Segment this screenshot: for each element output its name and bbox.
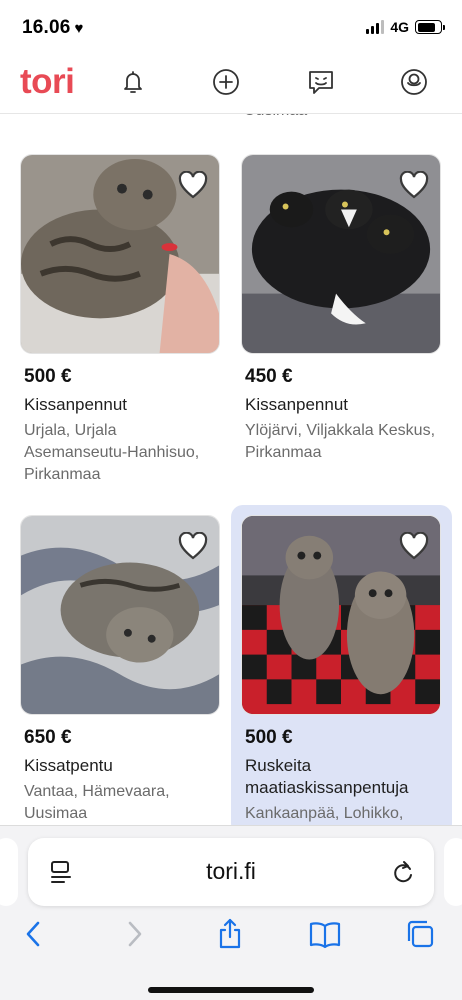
favorite-heart-icon[interactable] bbox=[176, 529, 210, 563]
bookmarks-icon[interactable] bbox=[305, 914, 345, 954]
status-indicators: 4G bbox=[366, 19, 445, 35]
browser-toolbar bbox=[0, 914, 462, 954]
listing-card[interactable]: 450 € Kissanpennut Ylöjärvi, Viljakkala … bbox=[231, 154, 441, 494]
listing-price: 500 € bbox=[245, 727, 293, 748]
back-icon[interactable] bbox=[14, 914, 54, 954]
forward-icon[interactable] bbox=[114, 914, 154, 954]
listing-price: 650 € bbox=[24, 727, 72, 748]
listing-title[interactable]: Kissanpennut bbox=[24, 394, 220, 416]
listing-card[interactable]: 500 € Kissanpennut Urjala, Urjala Aseman… bbox=[10, 154, 220, 494]
status-bar: 16.06 ♥ 4G bbox=[0, 0, 462, 56]
share-icon[interactable] bbox=[210, 914, 250, 954]
favorite-heart-icon[interactable] bbox=[176, 168, 210, 202]
tori-logo[interactable]: tori bbox=[20, 62, 75, 102]
tabs-icon[interactable] bbox=[400, 914, 440, 954]
favorite-heart-icon[interactable] bbox=[397, 529, 431, 563]
signal-icon bbox=[366, 20, 385, 34]
status-time: 16.06 ♥ bbox=[22, 17, 84, 39]
listing-title[interactable]: Kissanpennut bbox=[245, 394, 441, 416]
favorite-heart-icon[interactable] bbox=[397, 168, 431, 202]
listing-location: Kankaanpää, Lohikko, bbox=[245, 805, 404, 822]
network-type: 4G bbox=[390, 19, 409, 35]
previous-tab-preview[interactable] bbox=[0, 838, 18, 906]
url-text[interactable]: tori.fi bbox=[28, 858, 434, 885]
listing-location: Urjala, Urjala Asemanseutu-Hanhisuo, Pir… bbox=[24, 422, 200, 483]
listing-location: Vantaa, Hämevaara, Uusimaa bbox=[24, 783, 170, 822]
reload-icon[interactable] bbox=[390, 858, 416, 886]
listing-card[interactable]: 650 € Kissatpentu Vantaa, Hämevaara, Uus… bbox=[10, 515, 220, 825]
app-header: tori bbox=[0, 56, 462, 114]
listing-location: Ylöjärvi, Viljakkala Keskus, Pirkanmaa bbox=[245, 422, 436, 461]
browser-bar: tori.fi bbox=[0, 825, 462, 1000]
profile-icon[interactable] bbox=[398, 66, 430, 98]
listing-card-highlighted[interactable]: 500 € Ruskeita maatiaskissanpentuja Kank… bbox=[231, 505, 452, 825]
next-tab-preview[interactable] bbox=[444, 838, 462, 906]
listing-price: 450 € bbox=[245, 366, 293, 387]
listing-title[interactable]: Ruskeita maatiaskissanpentuja bbox=[245, 755, 441, 799]
heart-icon: ♥ bbox=[74, 20, 84, 37]
home-indicator bbox=[148, 987, 314, 993]
time-text: 16.06 bbox=[22, 17, 71, 38]
listing-price: 500 € bbox=[24, 366, 72, 387]
listing-title[interactable]: Kissatpentu bbox=[24, 755, 220, 777]
plus-circle-icon[interactable] bbox=[210, 66, 242, 98]
address-bar[interactable]: tori.fi bbox=[28, 838, 434, 906]
messages-icon[interactable] bbox=[305, 66, 337, 98]
bell-icon[interactable] bbox=[117, 66, 149, 98]
listing-grid: Uusimaa 500 € Kissanpennut Urjala, Urjal… bbox=[0, 100, 462, 825]
battery-icon bbox=[415, 20, 445, 34]
